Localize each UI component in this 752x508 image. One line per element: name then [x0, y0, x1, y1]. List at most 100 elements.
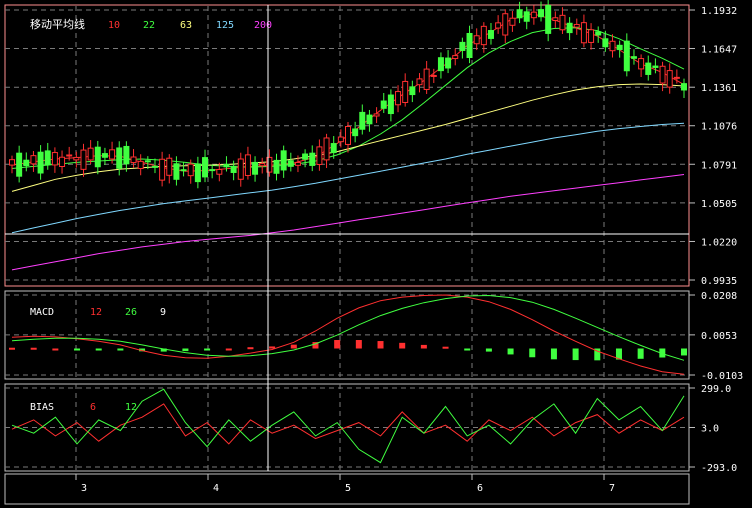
candle-body	[523, 11, 530, 22]
candle-body	[652, 65, 659, 68]
candle-body	[87, 147, 94, 161]
candle-body	[237, 158, 244, 180]
candle-body	[366, 114, 373, 125]
candle-body	[630, 56, 637, 59]
candle-body	[352, 128, 359, 137]
price-y-tick-label: 1.0791	[701, 160, 737, 171]
candle-body	[659, 65, 666, 84]
candle-body	[187, 163, 194, 177]
candle-body	[437, 57, 444, 72]
price-panel-title: 移动平均线	[30, 17, 85, 31]
price-y-tick-label: 1.1647	[701, 45, 737, 56]
candle-body	[373, 113, 380, 117]
macd-histogram-bar	[334, 340, 341, 349]
macd-histogram-bar	[95, 348, 102, 351]
x-tick-label: 3	[81, 483, 87, 494]
macd-histogram-bar	[681, 348, 687, 356]
bias-y-tick-label: 3.0	[701, 424, 719, 435]
price-y-tick-label: 1.1076	[701, 122, 737, 133]
candle-body	[345, 126, 351, 145]
macd-histogram-bar	[507, 348, 514, 355]
candle-body	[202, 157, 209, 178]
candle-body	[509, 17, 516, 26]
macd-histogram-bar	[182, 348, 189, 352]
candle-body	[37, 151, 44, 174]
candle-body	[309, 152, 316, 166]
candle-body	[16, 152, 23, 177]
candle-body	[80, 149, 87, 170]
candle-body	[495, 22, 502, 29]
candle-body	[380, 100, 387, 109]
candle-body	[666, 70, 673, 88]
candle-body	[423, 68, 430, 90]
candle-body	[337, 136, 344, 143]
candle-body	[51, 152, 58, 166]
macd-histogram-bar	[225, 348, 232, 351]
candle-body	[216, 168, 223, 175]
candle-body	[595, 31, 602, 36]
candle-body	[516, 9, 523, 19]
candle-body	[101, 153, 108, 158]
x-tick-label: 7	[609, 483, 615, 494]
candle-body	[166, 157, 173, 176]
price-y-tick-label: 1.0220	[701, 237, 737, 248]
candle-body	[409, 86, 416, 96]
candle-body	[638, 58, 645, 70]
candle-body	[459, 41, 466, 51]
candle-body	[487, 30, 494, 39]
candle-body	[130, 156, 137, 164]
candle-body	[502, 13, 509, 36]
macd-histogram-bar	[204, 348, 211, 351]
candle-body	[144, 160, 151, 163]
candle-body	[538, 9, 545, 18]
candle-body	[616, 44, 623, 51]
candle-body	[9, 159, 15, 166]
macd-histogram-bar	[637, 348, 644, 359]
x-axis: 3 4 5 6 7	[4, 473, 690, 505]
candle-body	[259, 163, 266, 167]
price-y-tick-label: 1.0505	[701, 199, 737, 210]
macd-histogram-bar	[572, 348, 579, 361]
candle-body	[473, 35, 480, 45]
candle-body	[302, 153, 309, 160]
candle-body	[623, 40, 630, 72]
candle-body	[294, 162, 301, 166]
candle-body	[580, 22, 587, 44]
legend-ma125: 125	[216, 20, 234, 31]
x-tick-label: 6	[477, 483, 483, 494]
legend-ma200: 200	[254, 20, 272, 31]
price-panel: 1.1932 1.1647 1.1361 1.1076 1.0791 1.0505 1.02…	[4, 0, 737, 287]
candle-body	[588, 29, 595, 43]
candle-body	[602, 38, 609, 48]
candle-body	[430, 74, 437, 77]
macd-histogram-bar	[420, 344, 427, 349]
candle-body	[30, 155, 37, 165]
candle-body	[66, 154, 73, 157]
candle-body	[230, 165, 237, 173]
candle-body	[116, 147, 123, 169]
candle-body	[194, 163, 201, 183]
bias-y-tick-label: -293.0	[701, 463, 737, 474]
candle-body	[530, 11, 537, 19]
bias-panel: 299.0 3.0 -293.0 BIAS 6 12	[4, 383, 737, 474]
candle-body	[330, 143, 337, 154]
candle-body	[287, 160, 294, 167]
candle-body	[252, 161, 259, 175]
macd-histogram-bar	[247, 347, 254, 350]
candle-body	[323, 137, 330, 161]
candle-body	[123, 145, 130, 165]
macd-histogram-bar	[355, 340, 362, 349]
candle-body	[137, 160, 144, 170]
candle-body	[402, 80, 409, 103]
candle-body	[566, 22, 573, 34]
x-tick-label: 4	[213, 483, 219, 494]
candle-body	[316, 146, 323, 165]
candle-body	[173, 163, 180, 180]
bias-y-tick-label: 299.0	[701, 384, 731, 395]
macd-y-tick-label: -0.0103	[701, 371, 743, 382]
candle-body	[223, 163, 230, 168]
macd-histogram-bar	[117, 348, 124, 351]
macd-histogram-bar	[550, 348, 557, 360]
macd-y-tick-label: 0.0208	[701, 291, 737, 302]
macd-histogram-bar	[9, 347, 15, 350]
